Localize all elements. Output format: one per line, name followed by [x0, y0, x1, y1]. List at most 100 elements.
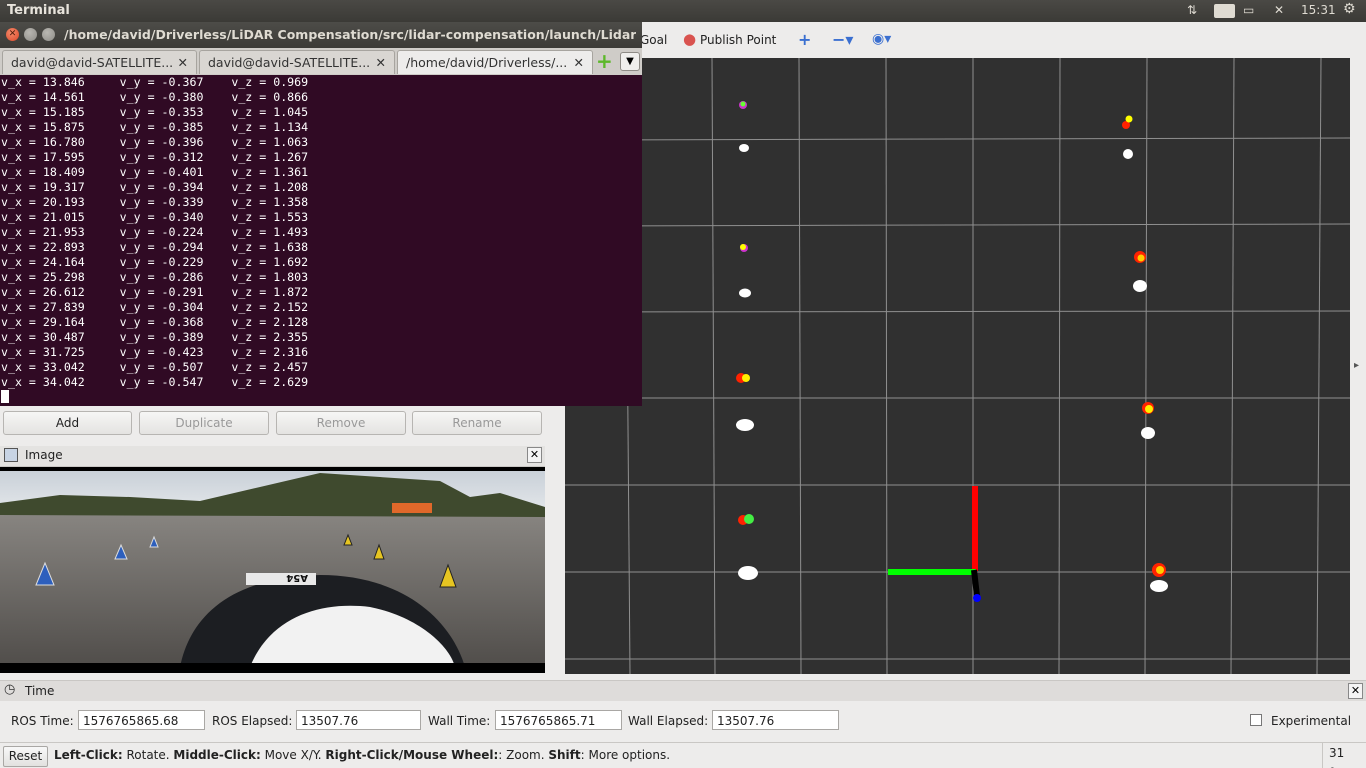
wall-elapsed-label: Wall Elapsed: — [628, 714, 709, 728]
x-axis — [972, 486, 978, 571]
cone-point — [1150, 580, 1168, 592]
cluster-point — [744, 514, 754, 524]
cluster-point — [1145, 405, 1153, 413]
terminal-tab[interactable]: david@david-SATELLITE... ✕ — [2, 50, 197, 74]
add-tool-icon[interactable]: + — [798, 30, 811, 49]
hint-desc: : Zoom. — [498, 748, 549, 762]
hint-key: Right-Click/Mouse Wheel: — [325, 748, 499, 762]
rviz-3d-view[interactable] — [565, 58, 1350, 674]
terminal-window-title: /home/david/Driverless/LiDAR Compensatio… — [64, 27, 636, 42]
terminal-output[interactable]: v_x = 13.846 v_y = -0.367 v_z = 0.969 v_… — [0, 75, 642, 406]
remove-tool-icon[interactable]: −▾ — [832, 30, 853, 49]
duplicate-display-button[interactable]: Duplicate — [139, 411, 269, 435]
terminal-line: v_x = 14.561 v_y = -0.380 v_z = 0.866 — [1, 90, 309, 104]
mouse-hint-text: Left-Click: Rotate. Middle-Click: Move X… — [54, 748, 670, 762]
cluster-point — [1137, 254, 1145, 262]
volume-muted-icon[interactable]: ✕ — [1274, 3, 1284, 17]
close-icon[interactable]: ✕ — [574, 51, 584, 74]
battery-icon[interactable]: ▭ — [1243, 3, 1254, 17]
camera-scene: A54 — [0, 471, 545, 673]
rename-display-button[interactable]: Rename — [412, 411, 542, 435]
close-icon[interactable]: ✕ — [178, 51, 188, 74]
terminal-titlebar[interactable]: ✕ /home/david/Driverless/LiDAR Compensat… — [0, 22, 642, 48]
expand-arrow-icon[interactable]: ▸ — [1354, 360, 1359, 371]
terminal-line: v_x = 19.317 v_y = -0.394 v_z = 1.208 — [1, 180, 309, 194]
terminal-line: v_x = 27.839 v_y = -0.304 v_z = 2.152 — [1, 300, 309, 314]
grid-render — [565, 58, 1350, 674]
ros-elapsed-field[interactable]: 13507.76 — [296, 710, 421, 730]
ros-time-label: ROS Time: — [11, 714, 74, 728]
eye-view-icon[interactable]: ◉▾ — [872, 31, 891, 47]
terminal-line: v_x = 33.042 v_y = -0.507 v_z = 2.457 — [1, 360, 309, 374]
wall-time-field[interactable]: 1576765865.71 — [495, 710, 622, 730]
tab-label: david@david-SATELLITE... — [208, 55, 371, 70]
keyboard-layout-indicator[interactable]: En — [1214, 4, 1236, 18]
publish-point-button[interactable]: Publish Point — [700, 33, 776, 47]
cone-point — [1123, 149, 1133, 159]
hint-desc: : More options. — [580, 748, 671, 762]
terminal-line: v_x = 18.409 v_y = -0.401 v_z = 1.361 — [1, 165, 309, 179]
remove-display-button[interactable]: Remove — [276, 411, 406, 435]
time-panel-title: Time — [25, 684, 55, 698]
cone-point — [736, 419, 754, 431]
image-panel-title: Image — [25, 448, 63, 462]
close-icon[interactable]: ✕ — [6, 28, 19, 41]
close-icon[interactable]: ✕ — [1348, 683, 1363, 699]
reset-button[interactable]: Reset — [3, 746, 48, 767]
terminal-line: v_x = 15.185 v_y = -0.353 v_z = 1.045 — [1, 105, 309, 119]
hint-key: Shift — [548, 748, 581, 762]
close-icon[interactable]: ✕ — [527, 447, 542, 463]
cluster-point — [740, 101, 746, 107]
cone-point — [739, 144, 749, 152]
terminal-line: v_x = 22.893 v_y = -0.294 v_z = 1.638 — [1, 240, 309, 254]
clock[interactable]: 15:31 — [1301, 3, 1336, 17]
camera-image: A54 — [0, 467, 545, 673]
close-icon[interactable]: ✕ — [376, 51, 386, 74]
cluster-point — [742, 374, 750, 382]
time-panel-body: ROS Time: 1576765865.68 ROS Elapsed: 135… — [0, 701, 1366, 741]
system-top-panel: Terminal ⇅ En ▭ ✕ 15:31 ⚙ — [0, 0, 1366, 22]
experimental-label: Experimental — [1271, 714, 1352, 728]
cone-point — [1141, 427, 1155, 439]
network-icon[interactable]: ⇅ — [1187, 3, 1197, 17]
terminal-line: v_x = 30.487 v_y = -0.389 v_z = 2.355 — [1, 330, 309, 344]
terminal-text: v_x = 13.846 v_y = -0.367 v_z = 0.969 v_… — [0, 75, 642, 390]
cone-point — [739, 288, 751, 298]
new-tab-icon[interactable]: + — [596, 49, 613, 73]
terminal-cursor — [1, 390, 9, 403]
terminal-tab[interactable]: david@david-SATELLITE... ✕ — [199, 50, 395, 74]
image-panel-header: Image ✕ — [0, 446, 545, 467]
terminal-line: v_x = 25.298 v_y = -0.286 v_z = 1.803 — [1, 270, 309, 284]
terminal-line: v_x = 16.780 v_y = -0.396 v_z = 1.063 — [1, 135, 309, 149]
terminal-tab-active[interactable]: /home/david/Driverless/... ✕ — [397, 50, 593, 74]
2d-nav-goal-button[interactable]: Goal — [640, 33, 667, 47]
terminal-line: v_x = 31.725 v_y = -0.423 v_z = 2.316 — [1, 345, 309, 359]
terminal-line: v_x = 20.193 v_y = -0.339 v_z = 1.358 — [1, 195, 309, 209]
map-pin-icon: ● — [683, 30, 697, 48]
experimental-checkbox[interactable] — [1250, 714, 1262, 726]
gear-icon[interactable]: ⚙ — [1343, 1, 1356, 17]
tab-label: /home/david/Driverless/... — [406, 55, 568, 70]
wall-elapsed-field[interactable]: 13507.76 — [712, 710, 839, 730]
terminal-line: v_x = 21.015 v_y = -0.340 v_z = 1.553 — [1, 210, 309, 224]
cluster-point — [1156, 566, 1164, 574]
maximize-icon[interactable] — [42, 28, 55, 41]
right-panel-collapsed[interactable]: ▸ — [1350, 58, 1366, 674]
status-bar: Reset Left-Click: Rotate. Middle-Click: … — [0, 742, 1366, 768]
cone-point — [738, 566, 758, 580]
car-number-label: A54 — [286, 572, 308, 583]
cone-point — [1133, 280, 1147, 292]
add-display-button[interactable]: Add — [3, 411, 132, 435]
ros-time-field[interactable]: 1576765865.68 — [78, 710, 205, 730]
minimize-icon[interactable] — [24, 28, 37, 41]
chevron-down-icon[interactable]: ▼ — [620, 52, 640, 71]
time-panel-header: ◷ Time ✕ — [0, 680, 1366, 701]
terminal-line: v_x = 24.164 v_y = -0.229 v_z = 1.692 — [1, 255, 309, 269]
hint-key: Left-Click: — [54, 748, 123, 762]
terminal-line: v_x = 17.595 v_y = -0.312 v_z = 1.267 — [1, 150, 309, 164]
terminal-line: v_x = 21.953 v_y = -0.224 v_z = 1.493 — [1, 225, 309, 239]
terminal-line: v_x = 26.612 v_y = -0.291 v_z = 1.872 — [1, 285, 309, 299]
fps-indicator: 31 fps — [1322, 743, 1366, 768]
wall-time-label: Wall Time: — [428, 714, 491, 728]
image-panel-icon — [4, 448, 18, 462]
